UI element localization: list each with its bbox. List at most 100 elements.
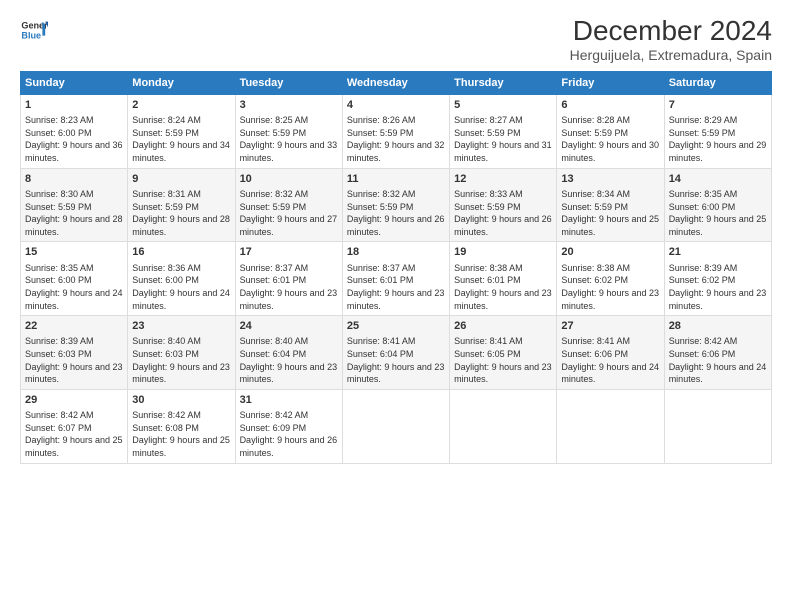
col-sunday: Sunday <box>21 71 128 94</box>
sunset: Sunset: 6:01 PM <box>240 274 338 287</box>
calendar-table: Sunday Monday Tuesday Wednesday Thursday… <box>20 71 772 464</box>
sunset: Sunset: 5:59 PM <box>132 127 230 140</box>
cell-content: 1Sunrise: 8:23 AMSunset: 6:00 PMDaylight… <box>25 98 123 165</box>
day-number: 18 <box>347 245 445 260</box>
cell-content: 13Sunrise: 8:34 AMSunset: 5:59 PMDayligh… <box>561 172 659 239</box>
calendar-cell: 9Sunrise: 8:31 AMSunset: 5:59 PMDaylight… <box>128 168 235 242</box>
day-number: 5 <box>454 98 552 113</box>
sunset: Sunset: 6:02 PM <box>669 274 767 287</box>
cell-content: 3Sunrise: 8:25 AMSunset: 5:59 PMDaylight… <box>240 98 338 165</box>
day-number: 17 <box>240 245 338 260</box>
cell-content: 14Sunrise: 8:35 AMSunset: 6:00 PMDayligh… <box>669 172 767 239</box>
daylight: Daylight: 9 hours and 23 minutes. <box>347 287 445 312</box>
calendar-cell: 6Sunrise: 8:28 AMSunset: 5:59 PMDaylight… <box>557 94 664 168</box>
day-number: 7 <box>669 98 767 113</box>
calendar-cell: 10Sunrise: 8:32 AMSunset: 5:59 PMDayligh… <box>235 168 342 242</box>
calendar-cell: 31Sunrise: 8:42 AMSunset: 6:09 PMDayligh… <box>235 389 342 463</box>
page: General Blue December 2024 Herguijuela, … <box>0 0 792 612</box>
sunset: Sunset: 6:05 PM <box>454 348 552 361</box>
cell-content: 25Sunrise: 8:41 AMSunset: 6:04 PMDayligh… <box>347 319 445 386</box>
sunrise: Sunrise: 8:40 AM <box>240 335 338 348</box>
sunset: Sunset: 6:08 PM <box>132 422 230 435</box>
cell-content: 28Sunrise: 8:42 AMSunset: 6:06 PMDayligh… <box>669 319 767 386</box>
daylight: Daylight: 9 hours and 26 minutes. <box>347 213 445 238</box>
cell-content: 26Sunrise: 8:41 AMSunset: 6:05 PMDayligh… <box>454 319 552 386</box>
sunrise: Sunrise: 8:41 AM <box>561 335 659 348</box>
cell-content: 22Sunrise: 8:39 AMSunset: 6:03 PMDayligh… <box>25 319 123 386</box>
calendar-cell: 2Sunrise: 8:24 AMSunset: 5:59 PMDaylight… <box>128 94 235 168</box>
calendar-cell: 17Sunrise: 8:37 AMSunset: 6:01 PMDayligh… <box>235 242 342 316</box>
calendar-cell: 29Sunrise: 8:42 AMSunset: 6:07 PMDayligh… <box>21 389 128 463</box>
sunrise: Sunrise: 8:26 AM <box>347 114 445 127</box>
sunset: Sunset: 6:00 PM <box>132 274 230 287</box>
daylight: Daylight: 9 hours and 33 minutes. <box>240 139 338 164</box>
sunrise: Sunrise: 8:42 AM <box>240 409 338 422</box>
day-number: 30 <box>132 393 230 408</box>
calendar-cell: 1Sunrise: 8:23 AMSunset: 6:00 PMDaylight… <box>21 94 128 168</box>
daylight: Daylight: 9 hours and 28 minutes. <box>25 213 123 238</box>
daylight: Daylight: 9 hours and 25 minutes. <box>561 213 659 238</box>
calendar-cell: 7Sunrise: 8:29 AMSunset: 5:59 PMDaylight… <box>664 94 771 168</box>
day-number: 19 <box>454 245 552 260</box>
sunset: Sunset: 5:59 PM <box>240 127 338 140</box>
calendar-cell: 24Sunrise: 8:40 AMSunset: 6:04 PMDayligh… <box>235 316 342 390</box>
day-number: 8 <box>25 172 123 187</box>
daylight: Daylight: 9 hours and 23 minutes. <box>25 361 123 386</box>
sunrise: Sunrise: 8:40 AM <box>132 335 230 348</box>
calendar-cell: 13Sunrise: 8:34 AMSunset: 5:59 PMDayligh… <box>557 168 664 242</box>
sunset: Sunset: 5:59 PM <box>561 201 659 214</box>
daylight: Daylight: 9 hours and 26 minutes. <box>454 213 552 238</box>
daylight: Daylight: 9 hours and 29 minutes. <box>669 139 767 164</box>
sunrise: Sunrise: 8:41 AM <box>347 335 445 348</box>
calendar-cell: 5Sunrise: 8:27 AMSunset: 5:59 PMDaylight… <box>450 94 557 168</box>
daylight: Daylight: 9 hours and 23 minutes. <box>240 287 338 312</box>
calendar-cell: 26Sunrise: 8:41 AMSunset: 6:05 PMDayligh… <box>450 316 557 390</box>
daylight: Daylight: 9 hours and 23 minutes. <box>132 361 230 386</box>
cell-content: 2Sunrise: 8:24 AMSunset: 5:59 PMDaylight… <box>132 98 230 165</box>
main-title: December 2024 <box>570 16 772 47</box>
cell-content: 24Sunrise: 8:40 AMSunset: 6:04 PMDayligh… <box>240 319 338 386</box>
daylight: Daylight: 9 hours and 28 minutes. <box>132 213 230 238</box>
calendar-cell: 19Sunrise: 8:38 AMSunset: 6:01 PMDayligh… <box>450 242 557 316</box>
sunset: Sunset: 5:59 PM <box>132 201 230 214</box>
cell-content: 31Sunrise: 8:42 AMSunset: 6:09 PMDayligh… <box>240 393 338 460</box>
sunrise: Sunrise: 8:25 AM <box>240 114 338 127</box>
sunrise: Sunrise: 8:39 AM <box>25 335 123 348</box>
daylight: Daylight: 9 hours and 30 minutes. <box>561 139 659 164</box>
cell-content: 27Sunrise: 8:41 AMSunset: 6:06 PMDayligh… <box>561 319 659 386</box>
sunset: Sunset: 5:59 PM <box>669 127 767 140</box>
calendar-row-3: 22Sunrise: 8:39 AMSunset: 6:03 PMDayligh… <box>21 316 772 390</box>
cell-content: 12Sunrise: 8:33 AMSunset: 5:59 PMDayligh… <box>454 172 552 239</box>
day-number: 31 <box>240 393 338 408</box>
col-monday: Monday <box>128 71 235 94</box>
day-number: 25 <box>347 319 445 334</box>
daylight: Daylight: 9 hours and 27 minutes. <box>240 213 338 238</box>
day-number: 24 <box>240 319 338 334</box>
cell-content: 4Sunrise: 8:26 AMSunset: 5:59 PMDaylight… <box>347 98 445 165</box>
calendar-cell: 25Sunrise: 8:41 AMSunset: 6:04 PMDayligh… <box>342 316 449 390</box>
daylight: Daylight: 9 hours and 34 minutes. <box>132 139 230 164</box>
day-number: 20 <box>561 245 659 260</box>
sunrise: Sunrise: 8:37 AM <box>347 262 445 275</box>
day-number: 14 <box>669 172 767 187</box>
svg-text:Blue: Blue <box>21 30 41 40</box>
sunset: Sunset: 6:00 PM <box>25 274 123 287</box>
sunrise: Sunrise: 8:35 AM <box>25 262 123 275</box>
calendar-cell: 28Sunrise: 8:42 AMSunset: 6:06 PMDayligh… <box>664 316 771 390</box>
cell-content: 15Sunrise: 8:35 AMSunset: 6:00 PMDayligh… <box>25 245 123 312</box>
sunset: Sunset: 6:09 PM <box>240 422 338 435</box>
sunrise: Sunrise: 8:39 AM <box>669 262 767 275</box>
day-number: 4 <box>347 98 445 113</box>
col-saturday: Saturday <box>664 71 771 94</box>
sunrise: Sunrise: 8:36 AM <box>132 262 230 275</box>
daylight: Daylight: 9 hours and 23 minutes. <box>454 287 552 312</box>
day-number: 6 <box>561 98 659 113</box>
calendar-cell: 12Sunrise: 8:33 AMSunset: 5:59 PMDayligh… <box>450 168 557 242</box>
sunrise: Sunrise: 8:32 AM <box>347 188 445 201</box>
sunrise: Sunrise: 8:33 AM <box>454 188 552 201</box>
cell-content: 21Sunrise: 8:39 AMSunset: 6:02 PMDayligh… <box>669 245 767 312</box>
cell-content: 18Sunrise: 8:37 AMSunset: 6:01 PMDayligh… <box>347 245 445 312</box>
cell-content: 23Sunrise: 8:40 AMSunset: 6:03 PMDayligh… <box>132 319 230 386</box>
sunset: Sunset: 6:04 PM <box>347 348 445 361</box>
sunset: Sunset: 5:59 PM <box>561 127 659 140</box>
